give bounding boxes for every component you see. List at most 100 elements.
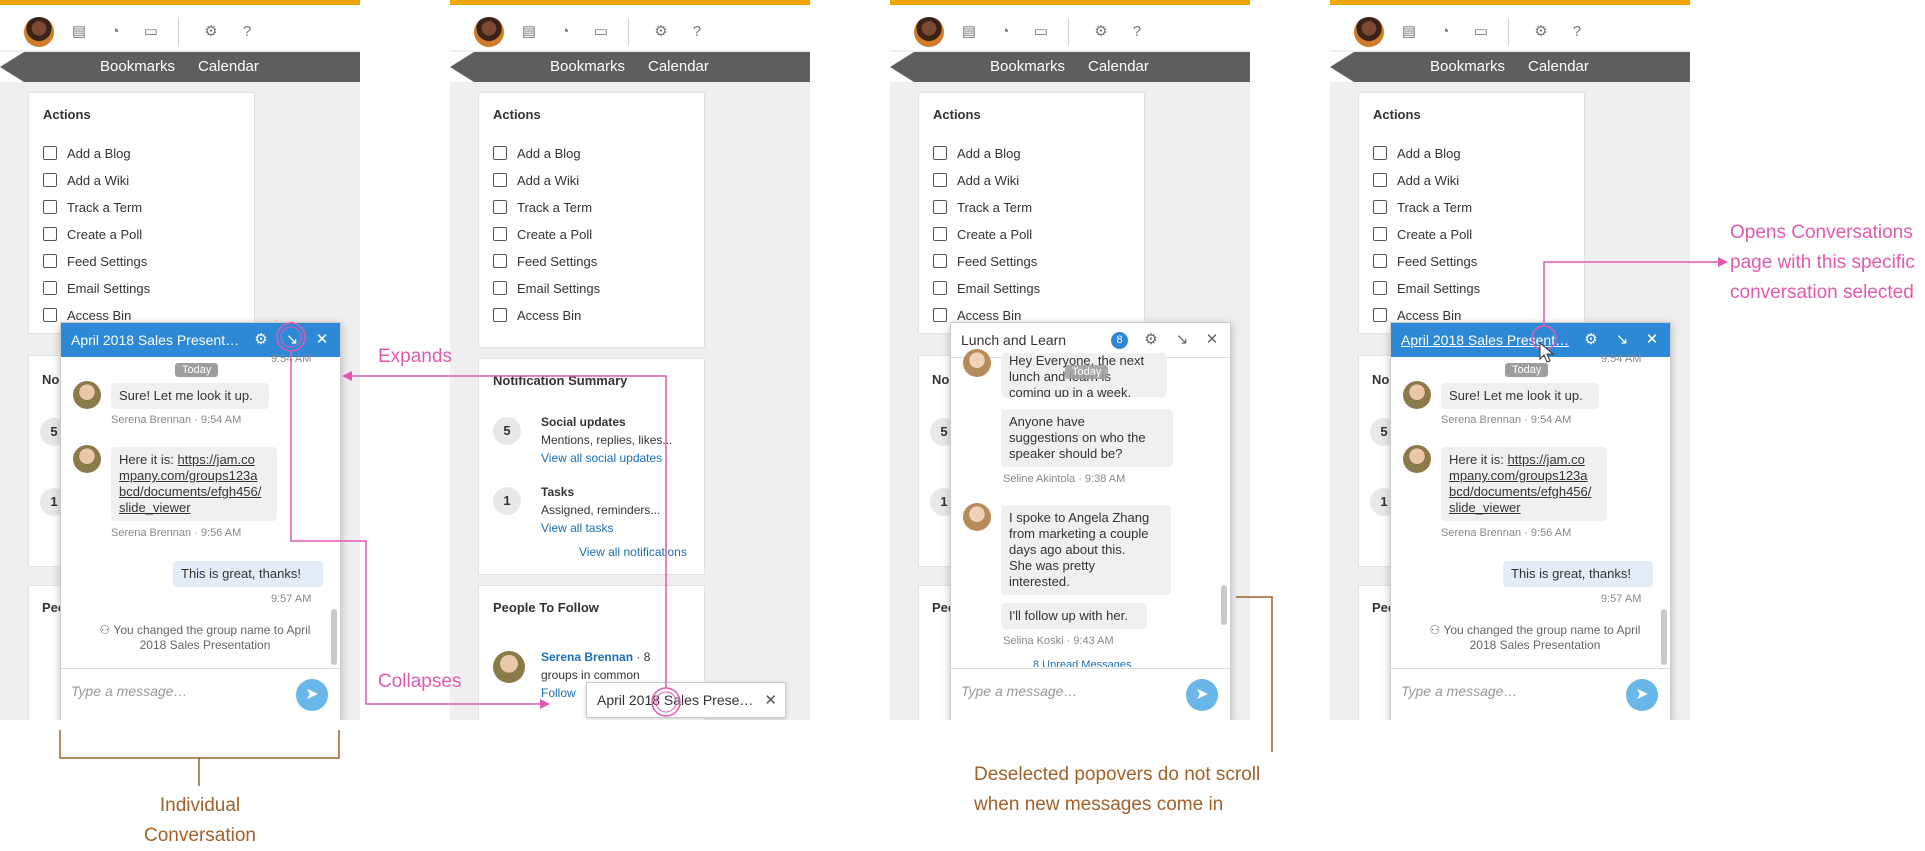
nav-calendar[interactable]: Calendar [648,58,709,75]
gear-icon[interactable]: ⚙ [1581,330,1601,350]
action-email-settings[interactable]: Email Settings [43,280,150,298]
follow-link[interactable]: Follow [541,686,576,700]
action-add-wiki[interactable]: Add a Wiki [43,172,129,190]
actions-card: Actions Add a Blog Add a Wiki Track a Te… [918,92,1145,334]
gear-icon[interactable]: ⚙ [1532,23,1550,41]
action-add-blog[interactable]: Add a Blog [43,145,131,163]
action-access-bin[interactable]: Access Bin [493,307,581,325]
clipboard-icon[interactable]: ▤ [1400,23,1418,41]
nav-bookmarks[interactable]: Bookmarks [1430,58,1505,75]
action-add-wiki[interactable]: Add a Wiki [933,172,1019,190]
bell-icon[interactable]: ◔ [106,23,124,41]
clipboard-icon[interactable]: ▤ [520,23,538,41]
action-add-blog[interactable]: Add a Blog [493,145,581,163]
action-track-term[interactable]: Track a Term [933,199,1032,217]
message-input[interactable]: Type a message… [961,683,1077,699]
help-icon[interactable]: ? [688,23,706,41]
action-email-settings[interactable]: Email Settings [1373,280,1480,298]
action-feed-settings[interactable]: Feed Settings [493,253,597,271]
poll-icon [493,227,507,241]
help-icon[interactable]: ? [238,23,256,41]
close-icon[interactable]: ✕ [764,691,777,709]
expand-icon[interactable]: ↘ [1612,330,1632,350]
message-meta: Serena Brennan · 9:56 AM [1441,527,1572,539]
popover-title[interactable]: April 2018 Sales Present… [71,332,239,348]
unread-messages-link[interactable]: 8 Unread Messages [1033,659,1131,667]
chat-icon[interactable]: ▭ [142,23,160,41]
scrollbar[interactable] [1221,585,1227,625]
popover-header[interactable]: April 2018 Sales Present… ⚙ ↘ ✕ [61,323,340,357]
close-icon[interactable]: ✕ [1642,330,1662,350]
all-notifications-link[interactable]: View all notifications [579,545,687,559]
avatar[interactable] [914,17,944,47]
action-create-poll[interactable]: Create a Poll [1373,226,1472,244]
action-feed-settings[interactable]: Feed Settings [43,253,147,271]
message-input[interactable]: Type a message… [71,683,187,699]
expand-icon[interactable]: ↘ [282,330,302,350]
avatar[interactable] [24,17,54,47]
action-add-wiki[interactable]: Add a Wiki [1373,172,1459,190]
action-track-term[interactable]: Track a Term [43,199,142,217]
person-name[interactable]: Serena Brennan [541,650,633,664]
chat-icon[interactable]: ▭ [592,23,610,41]
send-button[interactable]: ➤ [296,679,328,711]
avatar[interactable] [1354,17,1384,47]
blog-icon [933,146,947,160]
action-create-poll[interactable]: Create a Poll [933,226,1032,244]
action-feed-settings[interactable]: Feed Settings [1373,253,1477,271]
clipboard-icon[interactable]: ▤ [960,23,978,41]
scrollbar[interactable] [1661,609,1667,665]
send-button[interactable]: ➤ [1186,679,1218,711]
help-icon[interactable]: ? [1568,23,1586,41]
message-meta: 9:57 AM [271,593,312,605]
action-feed-settings[interactable]: Feed Settings [933,253,1037,271]
collapsed-conversation-tab[interactable]: April 2018 Sales Prese… ✕ [586,682,786,718]
action-add-blog[interactable]: Add a Blog [933,145,1021,163]
nav-calendar[interactable]: Calendar [198,58,259,75]
expand-icon[interactable]: ↘ [1172,330,1192,350]
clipboard-icon[interactable]: ▤ [70,23,88,41]
message-input[interactable]: Type a message… [1401,683,1517,699]
gear-icon[interactable]: ⚙ [202,23,220,41]
action-add-wiki[interactable]: Add a Wiki [493,172,579,190]
action-create-poll[interactable]: Create a Poll [493,226,592,244]
nav-bookmarks[interactable]: Bookmarks [550,58,625,75]
avatar[interactable] [474,17,504,47]
popover-title[interactable]: Lunch and Learn [961,332,1066,348]
nav-calendar[interactable]: Calendar [1528,58,1589,75]
send-button[interactable]: ➤ [1626,679,1658,711]
action-create-poll[interactable]: Create a Poll [43,226,142,244]
lunch-popover[interactable]: Lunch and Learn 8 ⚙ ↘ ✕ Hey Everyone, th… [950,322,1231,720]
collapsed-tab-title[interactable]: April 2018 Sales Prese… [597,692,753,708]
nav-bookmarks[interactable]: Bookmarks [100,58,175,75]
action-email-settings[interactable]: Email Settings [933,280,1040,298]
gear-icon[interactable]: ⚙ [1092,23,1110,41]
popover-title-link[interactable]: April 2018 Sales Present… [1401,332,1569,348]
bell-icon[interactable]: ◔ [996,23,1014,41]
bell-icon[interactable]: ◔ [1436,23,1454,41]
gear-icon[interactable]: ⚙ [1141,330,1161,350]
conversation-popover[interactable]: April 2018 Sales Present… ⚙ ↘ ✕ 9:54 AM … [1390,322,1671,720]
message-meta: Serena Brennan · 9:54 AM [111,414,242,426]
bell-icon[interactable]: ◔ [556,23,574,41]
close-icon[interactable]: ✕ [1202,330,1222,350]
conversation-popover[interactable]: April 2018 Sales Present… ⚙ ↘ ✕ 9:54 AM … [60,322,341,720]
action-track-term[interactable]: Track a Term [1373,199,1472,217]
close-icon[interactable]: ✕ [312,330,332,350]
scrollbar[interactable] [331,609,337,665]
gear-icon[interactable]: ⚙ [251,330,271,350]
action-track-term[interactable]: Track a Term [493,199,592,217]
help-icon[interactable]: ? [1128,23,1146,41]
chat-icon[interactable]: ▭ [1472,23,1490,41]
track-icon [933,200,947,214]
action-email-settings[interactable]: Email Settings [493,280,600,298]
popover-header[interactable]: April 2018 Sales Present… ⚙ ↘ ✕ [1391,323,1670,357]
screen-panel-2: ▤ ◔ ▭ ⚙ ? Bookmarks Calendar Actions Add… [450,0,810,720]
nav-calendar[interactable]: Calendar [1088,58,1149,75]
gear-icon[interactable]: ⚙ [652,23,670,41]
tasks-link[interactable]: View all tasks [541,521,613,535]
chat-icon[interactable]: ▭ [1032,23,1050,41]
action-add-blog[interactable]: Add a Blog [1373,145,1461,163]
social-link[interactable]: View all social updates [541,451,662,465]
nav-bookmarks[interactable]: Bookmarks [990,58,1065,75]
